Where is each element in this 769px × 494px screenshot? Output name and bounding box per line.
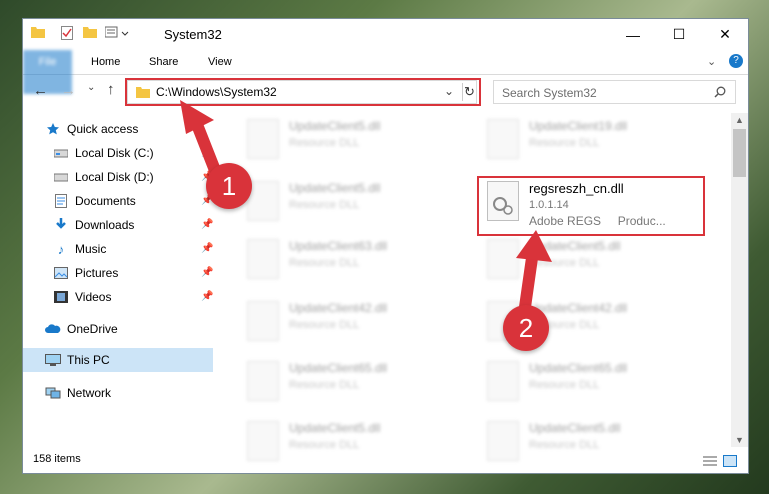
step-2-badge: 2 [503, 305, 549, 351]
step-1-badge: 1 [206, 163, 252, 209]
annotation-arrows [180, 100, 552, 320]
arrow-2-head [516, 230, 552, 262]
